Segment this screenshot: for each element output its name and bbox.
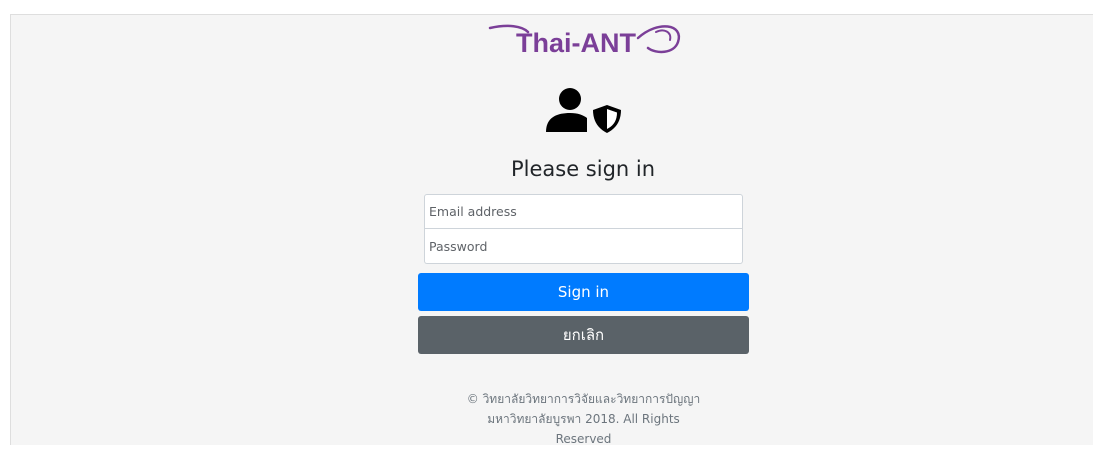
email-field[interactable] <box>424 194 743 229</box>
page-title: Please sign in <box>510 157 656 181</box>
user-shield-icon <box>543 86 623 134</box>
footer-line-2: มหาวิทยาลัยบูรพา 2018. All Rights <box>487 412 680 426</box>
footer-line-3: Reserved <box>555 432 612 446</box>
footer-line-1: © วิทยาลัยวิทยาการวิจัยและวิทยาการปัญญา <box>466 392 701 406</box>
sign-in-button[interactable]: Sign in <box>418 273 749 311</box>
cancel-button[interactable]: ยกเลิก <box>418 316 749 354</box>
thai-ant-logo: Thai-ANT <box>488 18 688 62</box>
logo-text: Thai-ANT <box>516 28 636 58</box>
password-field[interactable] <box>424 229 743 264</box>
copyright-footer: © วิทยาลัยวิทยาการวิจัยและวิทยาการปัญญา … <box>418 389 749 449</box>
